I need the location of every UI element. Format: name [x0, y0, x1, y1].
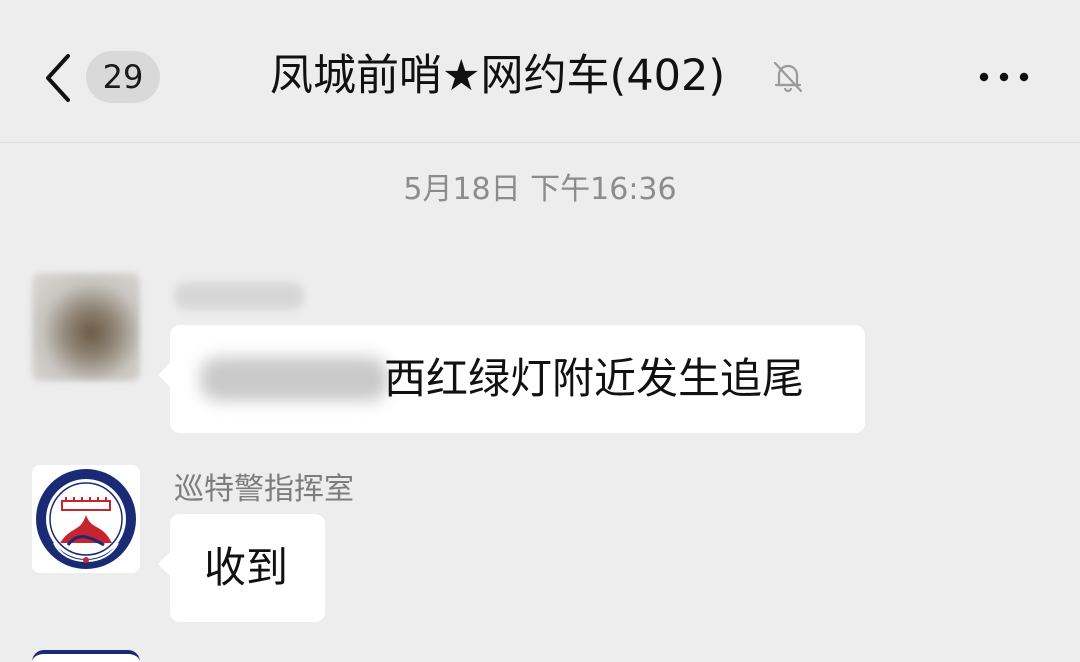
blurred-message-text: [200, 357, 388, 401]
blurred-sender-name: [174, 282, 304, 310]
message-bubble[interactable]: 西红绿灯附近发生追尾: [158, 325, 865, 433]
chat-title: 凤城前哨★网约车(402): [270, 51, 726, 101]
more-dots-icon[interactable]: [978, 62, 1030, 92]
police-emblem-avatar[interactable]: [32, 465, 140, 573]
message-text: 收到: [204, 543, 289, 592]
chat-header: 29 凤城前哨★网约车(402): [0, 0, 1080, 143]
blurred-avatar[interactable]: [32, 273, 140, 381]
unread-count-badge[interactable]: 29: [86, 51, 160, 103]
bell-slash-icon: [770, 58, 806, 94]
message-timestamp: 5月18日 下午16:36: [403, 172, 677, 207]
sender-name: 巡特警指挥室: [174, 472, 354, 507]
next-avatar-partial: [32, 650, 140, 662]
message-text: 西红绿灯附近发生追尾: [384, 354, 805, 403]
message-bubble[interactable]: 收到: [158, 514, 325, 622]
chevron-left-icon[interactable]: [38, 52, 78, 104]
